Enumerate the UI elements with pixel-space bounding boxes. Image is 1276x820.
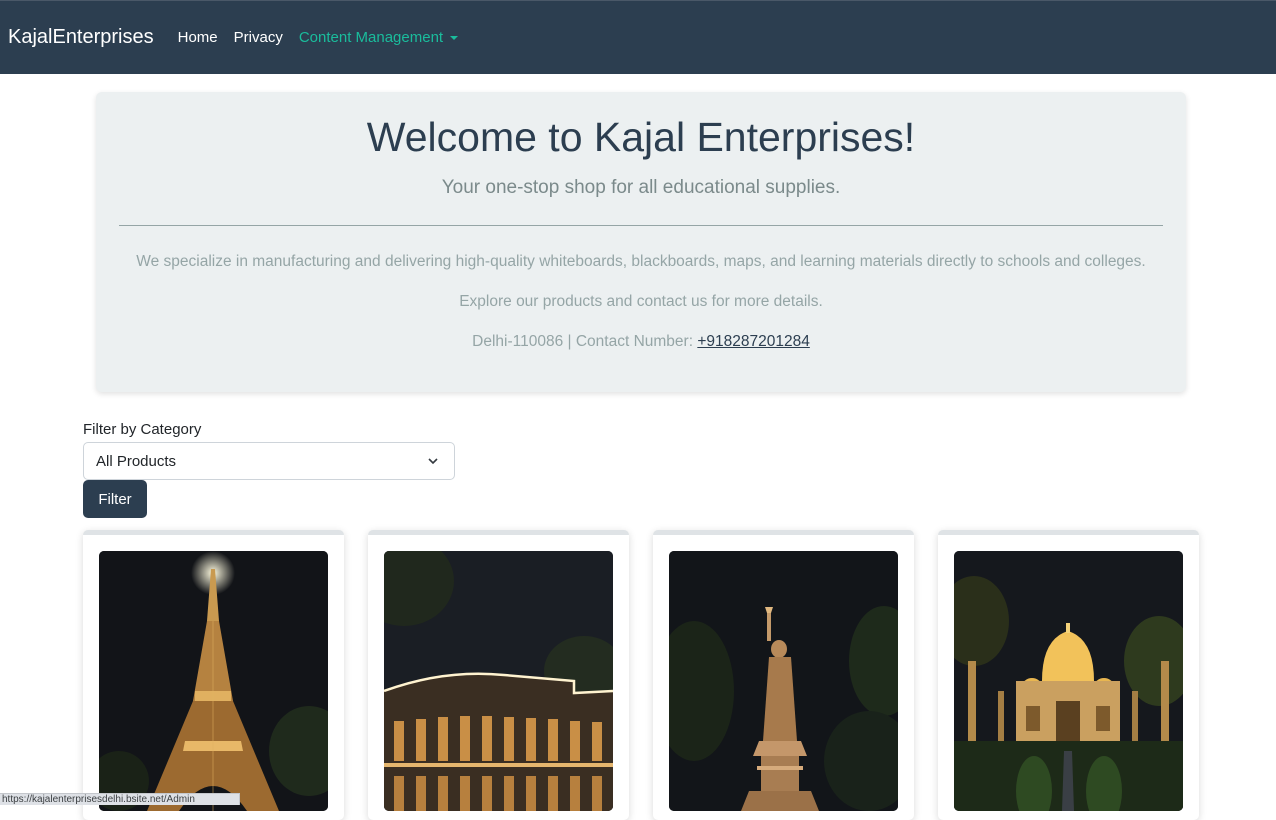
eiffel-tower-image[interactable]	[99, 551, 328, 811]
statue-of-liberty-image[interactable]	[669, 551, 898, 811]
location-text: Delhi-110086 | Contact Number:	[472, 333, 698, 350]
category-select-value: All Products	[96, 452, 177, 470]
top-navbar: KajalEnterprises Home Privacy Content Ma…	[0, 0, 1276, 74]
product-card[interactable]	[653, 530, 914, 820]
page-subtitle: Your one-stop shop for all educational s…	[441, 177, 841, 198]
product-card[interactable]	[938, 530, 1199, 820]
nav-home[interactable]: Home	[178, 29, 218, 46]
link-preview-statusbar: https://kajalenterprisesdelhi.bsite.net/…	[0, 793, 240, 805]
product-card[interactable]	[83, 530, 344, 820]
nav-content-management-dropdown[interactable]: Content Management	[298, 29, 459, 46]
category-select[interactable]: All Products	[83, 442, 455, 480]
nav-content-management-label: Content Management	[298, 29, 444, 46]
brand-link[interactable]: KajalEnterprises	[8, 26, 154, 49]
caret-down-icon	[450, 35, 459, 40]
taj-mahal-image[interactable]	[954, 551, 1183, 811]
welcome-jumbotron: Welcome to Kajal Enterprises! Your one-s…	[96, 92, 1186, 392]
filter-button[interactable]: Filter	[83, 480, 147, 518]
chevron-down-icon	[428, 458, 438, 465]
product-card[interactable]	[368, 530, 629, 820]
page-title: Welcome to Kajal Enterprises!	[366, 114, 916, 160]
phone-link[interactable]: +918287201284	[697, 333, 810, 350]
explore-text: Explore our products and contact us for …	[459, 293, 823, 310]
colosseum-image[interactable]	[384, 551, 613, 811]
company-description: We specialize in manufacturing and deliv…	[136, 253, 1146, 270]
contact-line: Delhi-110086 | Contact Number: +91828720…	[96, 333, 1186, 351]
nav-privacy[interactable]: Privacy	[234, 29, 283, 46]
filter-category-label: Filter by Category	[83, 421, 202, 438]
divider	[119, 225, 1163, 226]
